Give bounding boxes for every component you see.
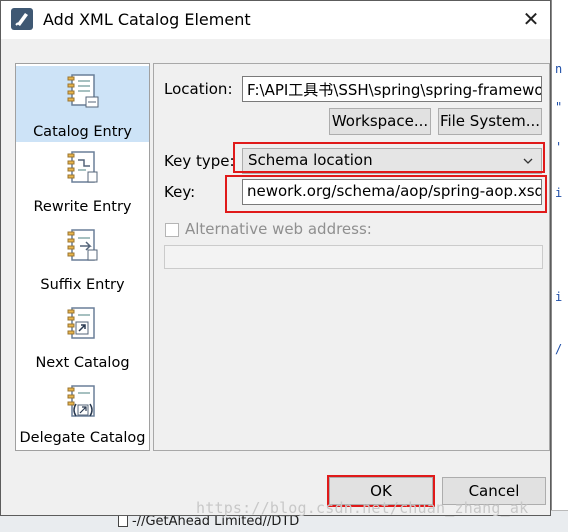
- alternative-web-address-label: Alternative web address:: [185, 220, 372, 238]
- catalog-entry-icon: [67, 74, 98, 108]
- eclipse-app-icon: [11, 8, 33, 30]
- watermark: https://blog.csdn.net/chuan_zhang_ak: [196, 499, 529, 517]
- catalog-element-list: Catalog Entry Rewrite Entry Suffix Entry…: [15, 63, 150, 451]
- file-system-button[interactable]: File System...: [438, 108, 542, 135]
- document-icon: [118, 515, 128, 527]
- close-button[interactable]: ✕: [517, 5, 545, 33]
- delegate-catalog-icon: [67, 385, 95, 417]
- background-editor-strip: n " ' i i /: [551, 0, 568, 532]
- catalog-item-label: Suffix Entry: [40, 277, 125, 293]
- workspace-button[interactable]: Workspace...: [329, 108, 431, 135]
- key-input[interactable]: nework.org/schema/aop/spring-aop.xsd: [242, 179, 542, 205]
- rewrite-entry-icon: [67, 151, 97, 183]
- editor-code-fragment: i: [555, 290, 563, 304]
- catalog-item-next-catalog[interactable]: Next Catalog: [16, 302, 149, 376]
- editor-code-fragment: i: [555, 186, 563, 200]
- editor-code-fragment: ': [555, 140, 563, 154]
- editor-code-fragment: ": [555, 100, 563, 114]
- catalog-item-label: Rewrite Entry: [33, 199, 132, 215]
- catalog-item-delegate-catalog[interactable]: Delegate Catalog: [16, 380, 149, 450]
- chevron-down-icon: [523, 158, 533, 164]
- alternative-web-address-checkbox[interactable]: [165, 223, 179, 237]
- location-label: Location:: [164, 80, 233, 98]
- add-xml-catalog-dialog: Add XML Catalog Element ✕ Catalog Entry: [0, 0, 551, 516]
- suffix-entry-icon: [67, 229, 97, 261]
- catalog-item-label: Delegate Catalog: [19, 430, 146, 446]
- alternative-web-address-input[interactable]: [164, 245, 543, 269]
- editor-code-fragment: /: [555, 342, 563, 356]
- location-input[interactable]: F:\API工具书\SSH\spring\spring-framewo: [242, 76, 542, 102]
- close-icon: ✕: [522, 7, 540, 31]
- key-label: Key:: [164, 183, 196, 201]
- catalog-item-label: Next Catalog: [35, 355, 130, 371]
- catalog-item-label: Catalog Entry: [33, 124, 132, 140]
- key-type-value: Schema location: [248, 151, 373, 169]
- editor-code-fragment: n: [555, 62, 563, 76]
- catalog-item-catalog-entry[interactable]: Catalog Entry: [16, 66, 149, 142]
- catalog-item-rewrite-entry[interactable]: Rewrite Entry: [16, 146, 149, 220]
- key-type-label: Key type:: [164, 152, 235, 170]
- dialog-title: Add XML Catalog Element: [43, 10, 251, 29]
- key-type-select[interactable]: Schema location: [242, 148, 542, 174]
- catalog-entry-form-panel: Location: F:\API工具书\SSH\spring\spring-fr…: [153, 63, 550, 451]
- title-bar: Add XML Catalog Element ✕: [1, 1, 550, 39]
- next-catalog-icon: [67, 307, 95, 339]
- catalog-item-suffix-entry[interactable]: Suffix Entry: [16, 224, 149, 298]
